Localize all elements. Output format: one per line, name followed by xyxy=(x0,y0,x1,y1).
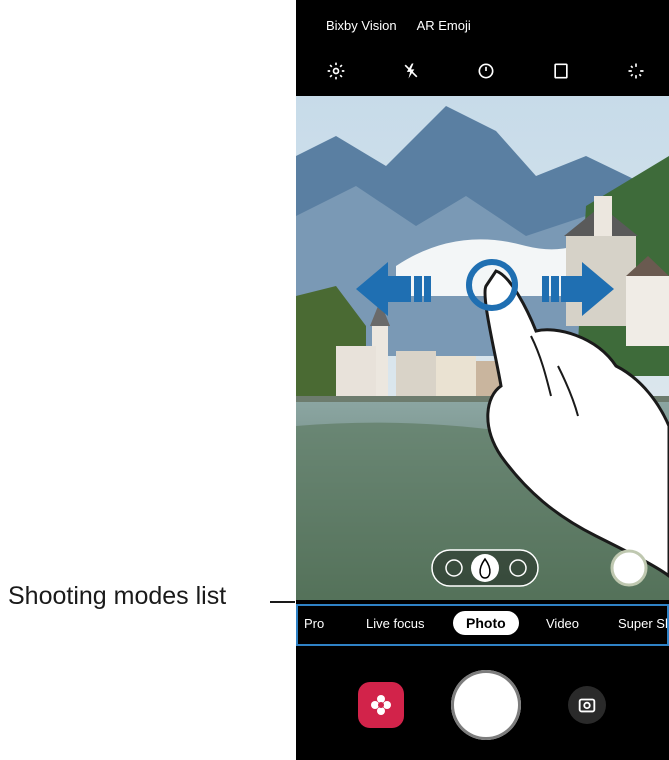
flash-off-icon[interactable] xyxy=(398,58,424,84)
settings-icon[interactable] xyxy=(323,58,349,84)
timer-off-icon[interactable] xyxy=(473,58,499,84)
top-links: Bixby Vision AR Emoji xyxy=(296,18,471,42)
mode-photo[interactable]: Photo xyxy=(453,611,519,635)
mode-live-focus[interactable]: Live focus xyxy=(366,616,425,631)
mode-pro[interactable]: Pro xyxy=(304,616,324,631)
callout-label: Shooting modes list xyxy=(8,582,227,610)
shooting-modes-list: Pro Live focus Photo Video Super Sl xyxy=(296,604,669,646)
shutter-button[interactable] xyxy=(451,670,521,740)
ar-emoji-button[interactable]: AR Emoji xyxy=(417,18,471,42)
ratio-3-4-icon[interactable] xyxy=(548,58,574,84)
mode-video[interactable]: Video xyxy=(546,616,579,631)
landscape-photo xyxy=(296,96,669,600)
camera-controls xyxy=(296,650,669,760)
gallery-button[interactable] xyxy=(358,682,404,728)
switch-camera-icon xyxy=(578,698,596,713)
callout-line xyxy=(270,601,295,603)
thumbnail-icon[interactable] xyxy=(610,549,648,587)
flower-icon xyxy=(371,695,391,715)
bixby-vision-button[interactable]: Bixby Vision xyxy=(326,18,397,42)
camera-screen: Bixby Vision AR Emoji Pro Live focus Pho… xyxy=(296,0,669,760)
mode-super-slow[interactable]: Super Sl xyxy=(618,616,668,631)
switch-camera-button[interactable] xyxy=(568,686,606,724)
filters-icon[interactable] xyxy=(623,58,649,84)
viewfinder[interactable] xyxy=(296,96,669,600)
camera-toolbar xyxy=(296,58,669,88)
